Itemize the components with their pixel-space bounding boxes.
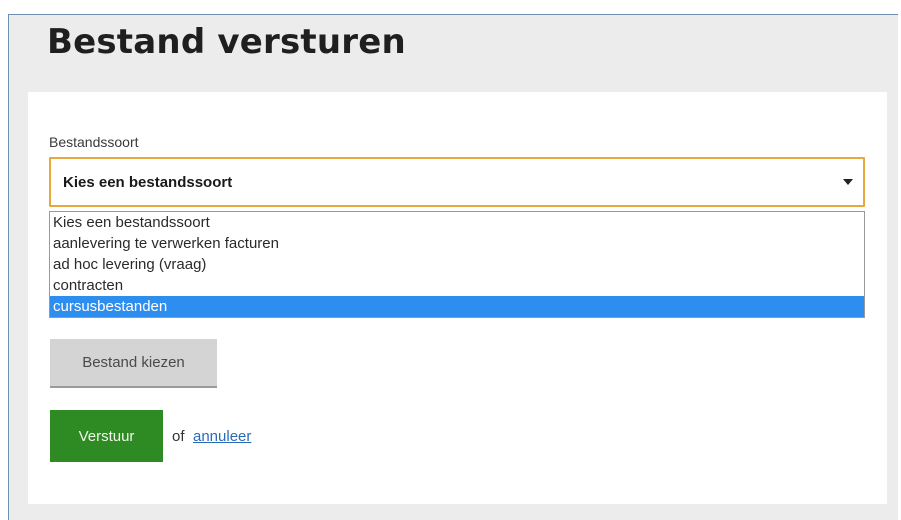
dropdown-option[interactable]: contracten (50, 275, 864, 296)
choose-file-button[interactable]: Bestand kiezen (50, 339, 217, 388)
file-type-dropdown-list: Kies een bestandssoort aanlevering te ve… (49, 211, 865, 318)
dropdown-option[interactable]: aanlevering te verwerken facturen (50, 233, 864, 254)
file-type-label: Bestandssoort (49, 134, 139, 150)
cancel-link[interactable]: annuleer (193, 428, 251, 445)
file-type-select[interactable]: Kies een bestandssoort (49, 157, 865, 207)
file-type-select-value: Kies een bestandssoort (63, 174, 233, 191)
chevron-down-icon (843, 179, 853, 185)
page-title: Bestand versturen (47, 22, 406, 62)
dropdown-option[interactable]: Kies een bestandssoort (50, 212, 864, 233)
dropdown-option[interactable]: ad hoc levering (vraag) (50, 254, 864, 275)
or-text: of (172, 428, 185, 445)
submit-button[interactable]: Verstuur (50, 410, 163, 462)
dropdown-option-highlighted[interactable]: cursusbestanden (50, 296, 864, 317)
